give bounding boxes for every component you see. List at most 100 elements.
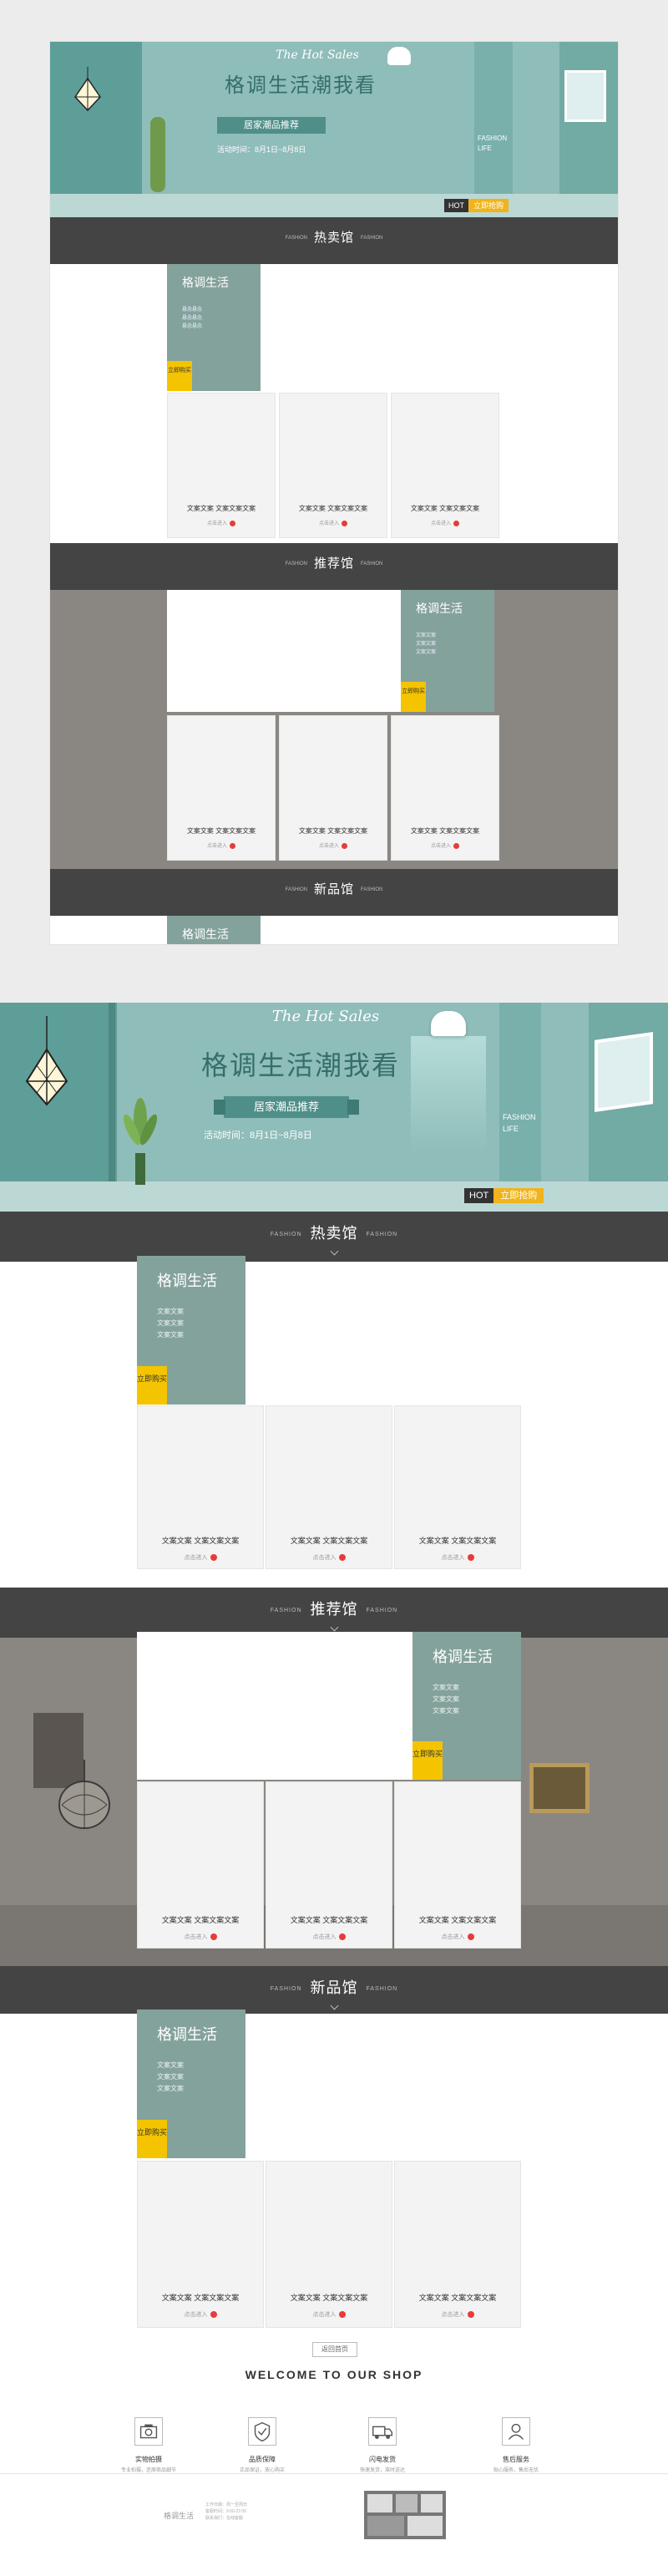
feature-tile[interactable]: 格调生活 文案文案 文案文案 文案文案 立即购买: [137, 1256, 245, 1405]
fashion-line: LIFE: [478, 145, 492, 152]
product-card[interactable]: 文案文案 文案文案文案 点击进入: [391, 715, 499, 861]
bar-side-text: FASHION: [285, 887, 307, 892]
hot-tag: HOT: [464, 1188, 494, 1203]
welcome-heading: WELCOME TO OUR SHOP: [245, 2368, 423, 2381]
product-card[interactable]: 文案文案 文案文案文案 点击进入: [266, 2161, 392, 2328]
arrow-dot-icon: [467, 1933, 474, 1941]
product-card[interactable]: 文案文案 文案文案文案 点击进入: [137, 1781, 264, 1949]
product-card[interactable]: 文案文案 文案文案文案 点击进入: [394, 2161, 521, 2328]
product-card[interactable]: 文案文案 文案文案文案 点击进入: [137, 1405, 264, 1569]
thumb-tile: [367, 2494, 392, 2512]
card-sub: 点击进入: [168, 841, 275, 849]
card-title: 文案文案 文案文案文案: [161, 1916, 240, 1924]
footer-info: 工作日期：周一至周日 客服时间：9:00-22:00 联系我们：在线客服: [205, 2502, 247, 2522]
service-name: 品质保障: [249, 2456, 276, 2463]
card-sub: 点击进入: [280, 841, 387, 849]
service-item: 闪电发货 快速发货，准时送达: [332, 2417, 433, 2473]
arrow-dot-icon: [210, 2311, 217, 2319]
service-name: 闪电发货: [369, 2456, 396, 2463]
feature-title: 格调生活: [433, 1649, 493, 1665]
card-title: 文案文案 文案文案文案: [410, 827, 480, 835]
card-sub: 点击进入: [266, 1933, 392, 1941]
feature-title: 格调生活: [416, 602, 463, 615]
service-name: 实物拍摄: [135, 2456, 162, 2463]
product-card[interactable]: 文案文案 文案文案文案 点击进入: [279, 393, 387, 538]
buy-now-button[interactable]: 立即购买: [137, 1366, 167, 1405]
product-card[interactable]: 文案文案 文案文案文案 点击进入: [279, 715, 387, 861]
footer-thumbnail[interactable]: [364, 2491, 446, 2539]
feature-line: 悬念悬念: [182, 307, 203, 312]
fashion-line: FASHION: [478, 135, 508, 142]
card-sub-text: 点击进入: [318, 844, 339, 849]
feature-lines: 悬念悬念 悬念悬念 悬念悬念: [182, 306, 202, 331]
section-title: 新品馆: [313, 882, 354, 897]
banner-date: 活动时间：8月1日~8月8日: [204, 1130, 312, 1141]
card-sub-text: 点击进入: [184, 1555, 208, 1561]
feature-title: 格调生活: [182, 276, 229, 289]
back-home-button[interactable]: 返回首页: [312, 2342, 357, 2357]
buy-now-button[interactable]: 立即购买: [167, 361, 192, 391]
banner-title: 格调生活潮我看: [225, 74, 377, 97]
buy-now-button[interactable]: 立即购买: [401, 682, 426, 712]
feature-line: 文案文案: [157, 2073, 184, 2081]
product-card[interactable]: 文案文案 文案文案文案 点击进入: [394, 1405, 521, 1569]
banner-pillar: [499, 1003, 541, 1188]
feature-tile[interactable]: 格调生活 文案文案 文案文案 文案文案 立即购买: [412, 1632, 521, 1780]
product-card[interactable]: 文案文案 文案文案文案 点击进入: [266, 1781, 392, 1949]
card-sub: 点击进入: [392, 841, 498, 849]
feature-line: 文案文案: [433, 1695, 459, 1703]
bar-side-text: FASHION: [285, 235, 307, 241]
chevron-down-icon: [330, 1623, 339, 1632]
arrow-dot-icon: [342, 842, 347, 849]
product-card[interactable]: 文案文案 文案文案文案 点击进入: [391, 393, 499, 538]
feature-tile[interactable]: 格调生活: [167, 916, 261, 944]
chevron-down-icon: [330, 2001, 339, 2010]
truck-icon: [368, 2417, 397, 2446]
section-bar-hot: FASHION 热卖馆 FASHION: [0, 1212, 668, 1262]
card-title: 文案文案 文案文案文案: [298, 827, 368, 835]
feature-line: 悬念悬念: [182, 316, 203, 321]
thumb-tile: [407, 2516, 443, 2536]
card-title: 文案文案 文案文案文案: [410, 505, 480, 512]
bar-side-text: FASHION: [366, 1986, 398, 1993]
feature-lines: 文案文案 文案文案 文案文案: [157, 2060, 184, 2095]
product-card[interactable]: 文案文案 文案文案文案 点击进入: [167, 393, 276, 538]
footer-shop-name: 格调生活: [164, 2512, 195, 2520]
section-bar-recommend: FASHION 推荐馆 FASHION: [0, 1588, 668, 1638]
service-item: 售后服务 贴心服务，售后无忧: [466, 2417, 566, 2473]
buy-now-button[interactable]: 立即购买: [412, 1741, 443, 1780]
card-title: 文案文案 文案文案文案: [290, 2294, 368, 2302]
section-title: 新品馆: [310, 1979, 358, 1996]
hot-buy-button[interactable]: 立即抢购: [493, 1188, 544, 1203]
bar-side-text: FASHION: [270, 1986, 302, 1993]
card-sub-text: 点击进入: [441, 1934, 465, 1940]
card-sub-text: 点击进入: [441, 1555, 465, 1561]
feature-tile[interactable]: 格调生活 悬念悬念 悬念悬念 悬念悬念 立即购买: [167, 264, 261, 391]
card-sub: 点击进入: [266, 2310, 392, 2319]
banner-floor: [0, 1181, 668, 1212]
bar-side-text: FASHION: [270, 1232, 302, 1238]
hot-buy-button[interactable]: 立即抢购: [468, 199, 509, 212]
service-desc: 专业拍摄，还原商品细节: [120, 2468, 176, 2473]
feature-lines: 文案文案 文案文案 文案文案: [157, 1306, 184, 1341]
footer-divider: [0, 2473, 668, 2474]
product-card[interactable]: 文案文案 文案文案文案 点击进入: [394, 1781, 521, 1949]
product-card[interactable]: 文案文案 文案文案文案 点击进入: [137, 2161, 264, 2328]
feature-tile[interactable]: 格调生活 文案文案 文案文案 文案文案 立即购买: [137, 2009, 245, 2158]
banner-hot: HOT 立即抢购: [444, 199, 509, 212]
plant-icon: [124, 1098, 157, 1185]
card-title: 文案文案 文案文案文案: [418, 1916, 497, 1924]
arrow-dot-icon: [210, 1933, 217, 1941]
bar-side-text: FASHION: [270, 1608, 302, 1614]
service-desc: 贴心服务，售后无忧: [493, 2468, 539, 2473]
thumb-tile: [421, 2494, 443, 2512]
feature-tile[interactable]: 格调生活 文案文案 文案文案 文案文案 立即购买: [401, 590, 494, 712]
card-title: 文案文案 文案文案文案: [298, 505, 368, 512]
wall-frame-icon: [564, 70, 606, 122]
buy-now-button[interactable]: 立即购买: [137, 2120, 167, 2158]
product-card[interactable]: 文案文案 文案文案文案 点击进入: [167, 715, 276, 861]
product-card[interactable]: 文案文案 文案文案文案 点击进入: [266, 1405, 392, 1569]
preview-panel: The Hot Sales 格调生活潮我看 居家潮品推荐 活动时间：8月1日~8…: [50, 42, 618, 944]
card-title: 文案文案 文案文案文案: [186, 827, 256, 835]
footer-info-line: 工作日期：周一至周日: [205, 2502, 248, 2507]
